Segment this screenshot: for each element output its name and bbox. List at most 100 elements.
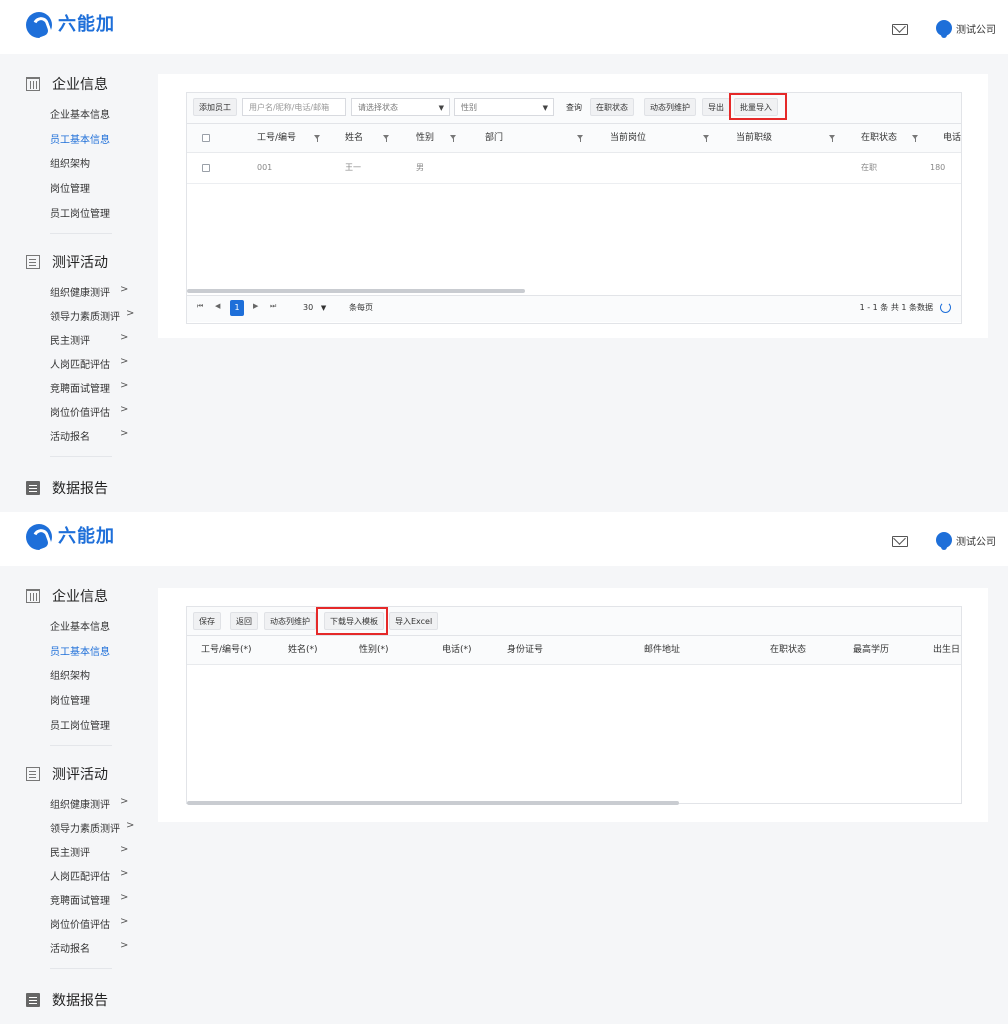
sidebar-item-interview[interactable]: 竞聘面试管理 > [50,892,128,907]
column-header-id-number[interactable]: 身份证号 [507,636,543,664]
import-excel-button[interactable]: 导入Excel [389,612,439,630]
column-header-education[interactable]: 最高学历 [853,636,889,664]
sidebar-item-employee-info[interactable]: 员工基本信息 [50,643,110,658]
sidebar-item-org-health[interactable]: 组织健康测评 > [50,796,128,811]
column-header-name[interactable]: 姓名(*) [288,636,318,664]
sidebar-section-company[interactable]: 企业信息 [26,74,108,94]
sidebar: 企业信息 企业基本信息 员工基本信息 组织架构 岗位管理 员工岗位管理 测评活动… [0,566,140,1024]
filter-icon[interactable] [703,135,709,142]
sidebar-item-label: 活动报名 [50,432,90,443]
user-name[interactable]: 测试公司 [956,21,996,36]
column-header-employment-status[interactable]: 在职状态 [770,636,806,664]
sidebar-item-position-value[interactable]: 岗位价值评估 > [50,916,128,931]
sidebar-item-registration[interactable]: 活动报名 > [50,428,128,443]
sidebar-item-company-info[interactable]: 企业基本信息 [50,618,110,633]
sidebar-item-employee-position[interactable]: 员工岗位管理 [50,205,110,220]
logo[interactable]: 六能加 [26,12,115,38]
row-checkbox[interactable] [202,164,210,172]
sidebar-item-job-match[interactable]: 人岗匹配评估 > [50,356,128,371]
sidebar-divider [50,968,112,969]
sidebar-item-label: 竞聘面试管理 [50,384,110,395]
status-select[interactable]: 请选择状态 ▼ [351,98,450,116]
sidebar-item-label: 人岗匹配评估 [50,360,110,371]
sidebar-item-interview[interactable]: 竞聘面试管理 > [50,380,128,395]
logo[interactable]: 六能加 [26,524,115,550]
user-avatar-icon[interactable] [936,532,952,550]
next-page-icon[interactable]: ▶ [253,302,258,310]
query-button[interactable]: 查询 [560,98,588,116]
sidebar-item-position-management[interactable]: 岗位管理 [50,180,90,195]
column-header-name[interactable]: 姓名 [345,124,363,152]
sidebar-item-position-management[interactable]: 岗位管理 [50,692,90,707]
first-page-icon[interactable]: ⏮ [197,302,203,311]
filter-icon[interactable] [912,135,918,142]
column-header-id[interactable]: 工号/编号(*) [201,636,252,664]
export-button[interactable]: 导出 [702,98,730,116]
pagination: ⏮ ◀ 1 ▶ ⏭ 30 ▼ 条每页 1 - 1 条 共 1 条数据 [187,295,961,322]
cell-gender: 男 [416,163,424,172]
logo-text: 六能加 [58,526,115,547]
refresh-icon[interactable] [940,302,951,313]
table-row[interactable]: 001 王一 男 在职 180 [187,153,961,184]
logo-icon [26,12,52,38]
employed-status-button[interactable]: 在职状态 [590,98,634,116]
column-header-current-rank[interactable]: 当前职级 [736,124,772,152]
sidebar-section-activities[interactable]: 测评活动 [26,252,108,272]
page-size-select[interactable]: 30 ▼ [303,301,326,315]
sidebar-item-org-health[interactable]: 组织健康测评 > [50,284,128,299]
sidebar-item-position-value[interactable]: 岗位价值评估 > [50,404,128,419]
horizontal-scrollbar[interactable] [187,801,679,805]
select-all-checkbox[interactable] [202,134,210,142]
sidebar-item-democratic[interactable]: 民主测评 > [50,844,128,859]
column-header-gender[interactable]: 性别(*) [359,636,389,664]
search-input[interactable]: 用户名/昵称/电话/邮箱 [242,98,346,116]
chevron-right-icon: > [120,796,129,807]
top-bar: 六能加 测试公司 [0,0,1008,54]
sidebar-item-label: 组织健康测评 [50,288,110,299]
sidebar-item-democratic[interactable]: 民主测评 > [50,332,128,347]
sidebar-item-company-info[interactable]: 企业基本信息 [50,106,110,121]
save-button[interactable]: 保存 [193,612,221,630]
sidebar-item-org-structure[interactable]: 组织架构 [50,667,90,682]
sidebar-section-company[interactable]: 企业信息 [26,586,108,606]
back-button[interactable]: 返回 [230,612,258,630]
column-header-current-position[interactable]: 当前岗位 [610,124,646,152]
mail-icon[interactable] [892,536,908,547]
filter-icon[interactable] [450,135,456,142]
user-name[interactable]: 测试公司 [956,533,996,548]
prev-page-icon[interactable]: ◀ [215,302,220,310]
filter-icon[interactable] [314,135,320,142]
page-number-current[interactable]: 1 [230,300,244,316]
sidebar-item-leadership[interactable]: 领导力素质测评 > [50,820,134,835]
sidebar-section-reports[interactable]: 数据报告 [26,478,108,498]
sidebar-item-employee-info[interactable]: 员工基本信息 [50,131,110,146]
sidebar-item-leadership[interactable]: 领导力素质测评 > [50,308,134,323]
column-header-id[interactable]: 工号/编号 [257,124,296,152]
sidebar-divider [50,233,112,234]
import-grid: 保存 返回 动态列维护 下载导入模板 导入Excel 工号/编号(*) 姓名(*… [186,606,962,805]
last-page-icon[interactable]: ⏭ [270,302,276,311]
column-header-department[interactable]: 部门 [485,124,503,152]
sidebar-item-org-structure[interactable]: 组织架构 [50,155,90,170]
mail-icon[interactable] [892,24,908,35]
dynamic-columns-button[interactable]: 动态列维护 [264,612,316,630]
horizontal-scrollbar[interactable] [187,289,525,293]
user-avatar-icon[interactable] [936,20,952,38]
sidebar-item-employee-position[interactable]: 员工岗位管理 [50,717,110,732]
column-header-birth[interactable]: 出生日 [933,636,961,664]
column-header-email[interactable]: 邮件地址 [644,636,680,664]
sidebar-section-activities[interactable]: 测评活动 [26,764,108,784]
gender-select[interactable]: 性别 ▼ [454,98,554,116]
dynamic-columns-button[interactable]: 动态列维护 [644,98,696,116]
column-header-employment-status[interactable]: 在职状态 [861,124,897,152]
filter-icon[interactable] [829,135,835,142]
column-header-phone[interactable]: 电话(*) [442,636,472,664]
column-header-phone[interactable]: 电话 [943,124,961,152]
column-header-gender[interactable]: 性别 [416,124,434,152]
sidebar-item-registration[interactable]: 活动报名 > [50,940,128,955]
sidebar-section-reports[interactable]: 数据报告 [26,990,108,1010]
add-employee-button[interactable]: 添加员工 [193,98,237,116]
filter-icon[interactable] [577,135,583,142]
filter-icon[interactable] [383,135,389,142]
sidebar-item-job-match[interactable]: 人岗匹配评估 > [50,868,128,883]
